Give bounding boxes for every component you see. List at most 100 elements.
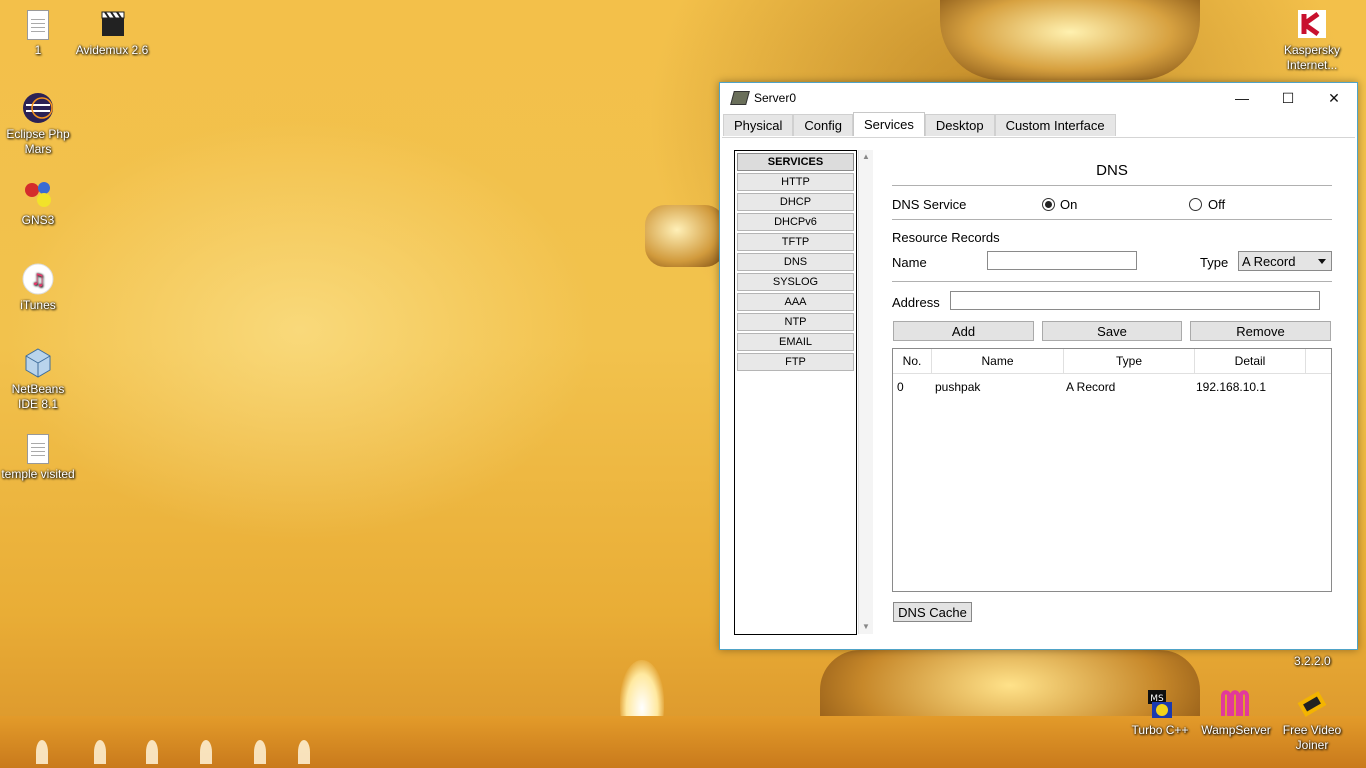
kaspersky-icon	[1296, 8, 1328, 40]
cell-detail: 192.168.10.1	[1196, 380, 1267, 394]
table-header: No. Name Type Detail	[893, 349, 1331, 374]
column-header-no[interactable]: No.	[893, 349, 932, 373]
version-text: 3.2.2.0	[1294, 654, 1331, 668]
resource-records-label: Resource Records	[892, 230, 1000, 245]
desktop-icon-label: WampServer	[1201, 723, 1271, 737]
service-item-http[interactable]: HTTP	[737, 173, 854, 191]
cell-name: pushpak	[935, 380, 981, 394]
free-video-joiner-icon	[1296, 688, 1328, 720]
desktop-icon-avidemux[interactable]: Avidemux 2.6	[74, 8, 150, 58]
desktop-icon-label: iTunes	[20, 298, 56, 312]
type-select-value: A Record	[1242, 254, 1296, 269]
itunes-icon: ♫	[22, 263, 54, 295]
add-button[interactable]: Add	[893, 321, 1034, 341]
idol-crown-decoration	[940, 0, 1200, 80]
desktop-icon-label: Avidemux 2.6	[75, 43, 149, 57]
title-bar[interactable]: Server0 — ☐ ✕	[720, 83, 1357, 113]
dns-off-radio[interactable]	[1189, 198, 1202, 211]
tab-physical[interactable]: Physical	[723, 114, 794, 136]
window-title: Server0	[754, 91, 797, 105]
desktop-icon-kaspersky[interactable]: Kaspersky Internet...	[1274, 8, 1350, 73]
gns3-icon	[22, 178, 54, 210]
dns-title: DNS	[1096, 162, 1128, 179]
service-item-ntp[interactable]: NTP	[737, 313, 854, 331]
minimize-button[interactable]: —	[1219, 83, 1265, 113]
cell-no: 0	[897, 380, 904, 394]
desktop-icon-turbo-cpp[interactable]: MS Turbo C++	[1122, 688, 1198, 738]
cell-type: A Record	[1066, 380, 1116, 394]
desktop-icon-free-video-joiner[interactable]: Free Video Joiner	[1274, 688, 1350, 753]
service-item-tftp[interactable]: TFTP	[737, 233, 854, 251]
desktop-icon-label: temple visited	[1, 467, 75, 481]
desktop-icon-label: Eclipse Php Mars	[6, 127, 70, 156]
dns-on-radio[interactable]	[1042, 198, 1055, 211]
server0-window[interactable]: Server0 — ☐ ✕ Physical Config Services D…	[719, 82, 1358, 650]
service-item-ftp[interactable]: FTP	[737, 353, 854, 371]
desktop-icon-temple-visited[interactable]: temple visited	[0, 432, 76, 482]
server-app-icon	[730, 91, 750, 105]
netbeans-icon	[22, 347, 54, 379]
desktop-icon-1[interactable]: 1	[0, 8, 76, 58]
service-item-dhcpv6[interactable]: DHCPv6	[737, 213, 854, 231]
desktop-icon-label: GNS3	[21, 213, 55, 227]
idol-hand-decoration	[645, 205, 725, 267]
dns-on-label: On	[1060, 197, 1078, 212]
tab-bar: Physical Config Services Desktop Custom …	[720, 112, 1357, 136]
column-header-name[interactable]: Name	[932, 349, 1064, 373]
save-button[interactable]: Save	[1042, 321, 1182, 341]
column-header-detail[interactable]: Detail	[1195, 349, 1306, 373]
service-item-aaa[interactable]: AAA	[737, 293, 854, 311]
divider	[892, 185, 1332, 186]
remove-button[interactable]: Remove	[1190, 321, 1331, 341]
chevron-down-icon	[1318, 259, 1326, 264]
column-header-type[interactable]: Type	[1064, 349, 1195, 373]
type-label: Type	[1200, 255, 1229, 270]
dns-off-label: Off	[1208, 197, 1226, 212]
service-item-syslog[interactable]: SYSLOG	[737, 273, 854, 291]
services-panel: SERVICES HTTP DHCP DHCPv6 TFTP DNS SYSLO…	[722, 137, 1355, 648]
service-item-dhcp[interactable]: DHCP	[737, 193, 854, 211]
services-list-header: SERVICES	[737, 153, 854, 171]
eclipse-icon	[22, 92, 54, 124]
desktop-icon-label: NetBeans IDE 8.1	[11, 382, 65, 411]
text-file-icon	[27, 10, 49, 40]
divider	[892, 219, 1332, 220]
type-select[interactable]: A Record	[1238, 251, 1332, 271]
dns-pane: DNS DNS Service On Off Resource Records …	[892, 138, 1332, 648]
dns-records-table: No. Name Type Detail 0 pushpak A Record …	[892, 348, 1332, 592]
desktop-icon-label: 1	[34, 43, 42, 57]
desktop-icon-eclipse[interactable]: Eclipse Php Mars	[0, 92, 76, 157]
name-input[interactable]	[987, 251, 1137, 270]
address-input[interactable]	[950, 291, 1320, 310]
scroll-down-icon[interactable]: ▼	[859, 620, 873, 634]
text-file-icon	[27, 434, 49, 464]
tab-custom-interface[interactable]: Custom Interface	[994, 114, 1116, 136]
scroll-up-icon[interactable]: ▲	[859, 150, 873, 164]
desktop-icon-netbeans[interactable]: NetBeans IDE 8.1	[0, 347, 76, 412]
service-item-email[interactable]: EMAIL	[737, 333, 854, 351]
desktop-icon-gns3[interactable]: GNS3	[0, 178, 76, 228]
name-label: Name	[892, 255, 927, 270]
desktop-icon-label: Free Video Joiner	[1282, 723, 1342, 752]
wampserver-icon	[1220, 688, 1252, 720]
desktop-icon-label: Kaspersky Internet...	[1283, 43, 1341, 72]
svg-text:♫: ♫	[31, 270, 45, 289]
service-item-dns[interactable]: DNS	[737, 253, 854, 271]
services-list: SERVICES HTTP DHCP DHCPv6 TFTP DNS SYSLO…	[734, 150, 857, 635]
dns-service-label: DNS Service	[892, 197, 967, 212]
table-row[interactable]: 0 pushpak A Record 192.168.10.1	[893, 374, 1331, 400]
avidemux-icon	[96, 8, 128, 40]
tab-config[interactable]: Config	[793, 114, 853, 136]
close-button[interactable]: ✕	[1311, 83, 1357, 113]
maximize-button[interactable]: ☐	[1265, 83, 1311, 113]
divider	[892, 281, 1332, 282]
desktop-icon-wampserver[interactable]: WampServer	[1198, 688, 1274, 738]
desktop-icon-label: Turbo C++	[1131, 723, 1189, 737]
desktop-icon-itunes[interactable]: ♫ iTunes	[0, 263, 76, 313]
tab-services[interactable]: Services	[853, 112, 925, 136]
address-label: Address	[892, 295, 940, 310]
services-scrollbar[interactable]: ▲ ▼	[858, 150, 873, 634]
turbo-cpp-icon: MS	[1144, 688, 1176, 720]
tab-desktop[interactable]: Desktop	[924, 114, 995, 136]
dns-cache-button[interactable]: DNS Cache	[893, 602, 972, 622]
